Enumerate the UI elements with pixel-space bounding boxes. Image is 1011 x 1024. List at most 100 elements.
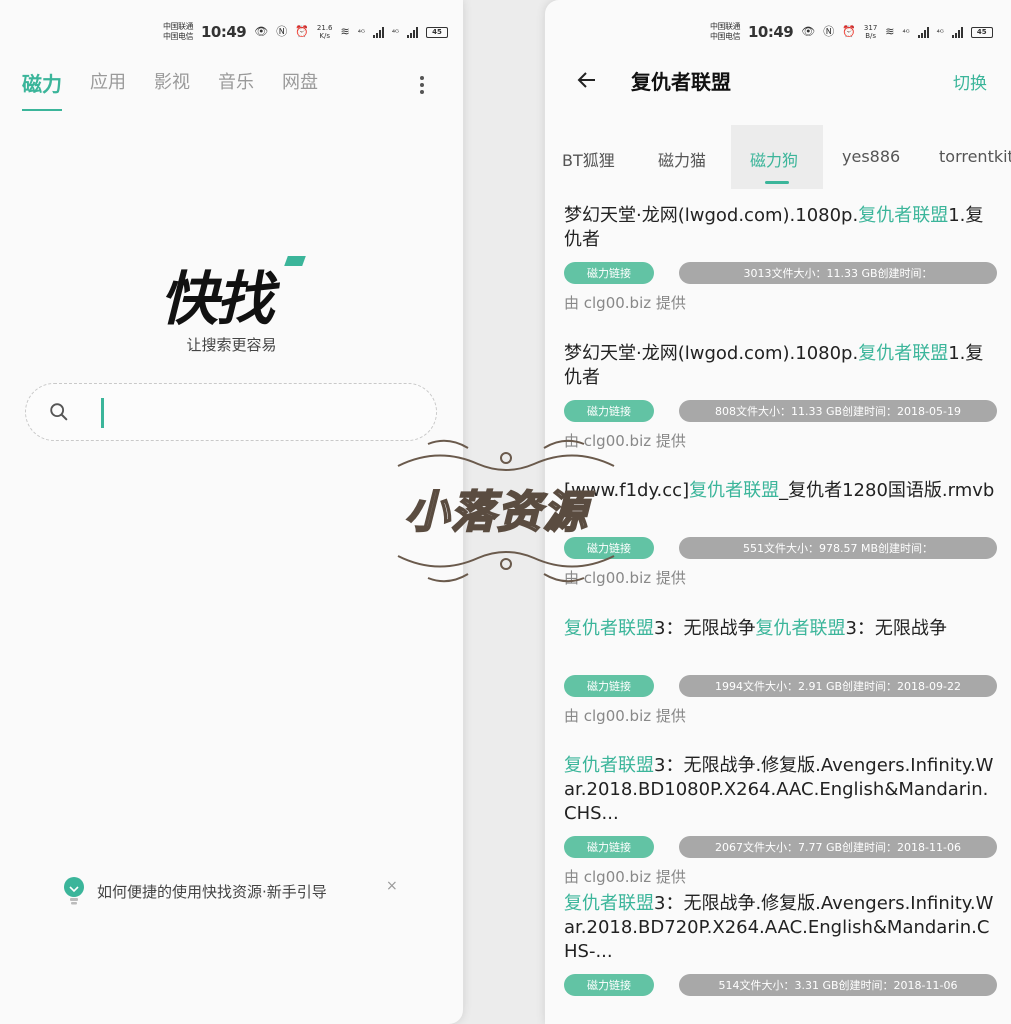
magnet-link-button[interactable]: 磁力链接 xyxy=(564,836,654,859)
eye-icon: 👁 xyxy=(254,25,269,38)
keyword-highlight: 复仇者联盟 xyxy=(689,480,780,502)
result-item[interactable]: 复仇者联盟3：无限战争.修复版.Avengers.Infinity.War.20… xyxy=(545,754,1011,892)
magnet-link-button[interactable]: 磁力链接 xyxy=(564,537,654,560)
tab-source-torrentkitty[interactable]: torrentkitty xyxy=(939,147,1011,166)
keyword-highlight: 复仇者联盟 xyxy=(564,617,654,639)
magnet-link-button[interactable]: 磁力链接 xyxy=(564,399,654,422)
source-label: 由 clg00.biz 提供 xyxy=(564,294,686,312)
alarm-icon: ⏰ xyxy=(295,25,309,38)
file-meta-pill: 3013文件大小：11.33 GB创建时间： xyxy=(679,262,997,284)
carrier-2: 中国电信 xyxy=(163,32,194,41)
text-cursor xyxy=(101,398,104,428)
result-item[interactable]: 梦幻天堂·龙网(lwgod.com).1080p.复仇者联盟1.复仇者磁力链接 8… xyxy=(545,342,1011,480)
carrier-labels: 中国联通 中国电信 xyxy=(163,22,194,42)
source-label: 由 clg00.biz 提供 xyxy=(564,706,686,725)
net-speed-unit: B/s xyxy=(865,32,877,40)
result-title[interactable]: [www.f1dy.cc]复仇者联盟_复仇者1280国语版.rmvb xyxy=(564,479,999,503)
tab-apps[interactable]: 应用 xyxy=(90,68,126,111)
network-type-1: ⁴ᴳ xyxy=(902,27,910,37)
carrier-1: 中国联通 xyxy=(163,22,194,31)
net-speed-value: 317 xyxy=(863,24,878,32)
more-menu-icon[interactable] xyxy=(417,76,427,96)
results-header: 复仇者联盟 切换 xyxy=(545,66,1011,98)
net-speed-value: 21.6 xyxy=(316,24,333,32)
result-title[interactable]: 梦幻天堂·龙网(lwgod.com).1080p.复仇者联盟1.复仇者 xyxy=(564,204,999,252)
keyword-highlight: 复仇者联盟 xyxy=(564,755,654,777)
title-text: 梦幻天堂·龙网(lwgod.com).1080p. xyxy=(564,342,859,364)
source-label: 由 clg00.biz 提供 xyxy=(564,431,686,450)
file-meta-pill: 2067文件大小：7.77 GB创建时间：2018-11-06 xyxy=(679,836,997,859)
result-title[interactable]: 复仇者联盟3：无限战争.修复版.Avengers.Infinity.War.20… xyxy=(564,754,999,826)
source-tabs: BT狐狸 磁力猫 磁力狗 yes886 torrentkitty xyxy=(545,125,1011,189)
carrier-labels: 中国联通 中国电信 xyxy=(710,22,741,42)
keyword-highlight: 复仇者联盟 xyxy=(858,342,949,364)
source-label: 由 clg00.biz 提供 xyxy=(564,569,686,588)
result-title[interactable]: 梦幻天堂·龙网(lwgod.com).1080p.复仇者联盟1.复仇者 xyxy=(564,342,999,390)
signal-icon xyxy=(372,26,384,38)
file-meta-pill: 514文件大小：3.31 GB创建时间：2018-11-06 xyxy=(679,973,997,996)
result-item[interactable]: [www.f1dy.cc]复仇者联盟_复仇者1280国语版.rmvb 磁力链接 55… xyxy=(545,479,1011,617)
carrier-2: 中国电信 xyxy=(710,32,741,41)
tab-magnet[interactable]: 磁力 xyxy=(22,68,62,111)
nfc-icon: Ⓝ xyxy=(823,25,835,38)
network-type-2: ⁴ᴳ xyxy=(936,27,944,37)
beginner-guide-banner[interactable]: 如何便捷的使用快找资源·新手引导 xyxy=(61,876,327,906)
signal-icon xyxy=(951,26,963,38)
search-input[interactable] xyxy=(108,394,408,432)
carrier-1: 中国联通 xyxy=(710,22,741,31)
signal-icon xyxy=(917,26,929,38)
tab-source-yes886[interactable]: yes886 xyxy=(842,147,900,166)
home-screen: 中国联通 中国电信 10:49 👁 Ⓝ ⏰ 21.6 K/s ≋ ⁴ᴳ ⁴ᴳ 4… xyxy=(0,0,463,1024)
back-arrow-icon[interactable] xyxy=(575,68,599,92)
tab-source-btfox[interactable]: BT狐狸 xyxy=(562,147,615,171)
tab-source-magnet-cat[interactable]: 磁力猫 xyxy=(658,147,706,171)
results-screen: 中国联通 中国电信 10:49 👁 Ⓝ ⏰ 317 B/s ≋ ⁴ᴳ ⁴ᴳ 45… xyxy=(545,0,1011,1024)
file-meta-pill: 808文件大小：11.33 GB创建时间：2018-05-19 xyxy=(679,399,997,422)
switch-button[interactable]: 切换 xyxy=(953,69,987,94)
keyword-highlight: 复仇者联盟 xyxy=(564,892,654,914)
alarm-icon: ⏰ xyxy=(842,25,856,38)
tab-source-magnet-dog[interactable]: 磁力狗 xyxy=(750,147,798,171)
search-box[interactable] xyxy=(25,383,437,441)
network-type-2: ⁴ᴳ xyxy=(391,27,399,37)
network-type-1: ⁴ᴳ xyxy=(357,27,365,37)
magnet-link-button[interactable]: 磁力链接 xyxy=(564,973,654,996)
net-speed-unit: K/s xyxy=(319,32,331,40)
result-title[interactable]: 复仇者联盟3：无限战争.修复版.Avengers.Infinity.War.20… xyxy=(564,892,999,964)
net-speed: 21.6 K/s xyxy=(317,24,333,40)
title-text: _复仇者1280国语版.rmvb xyxy=(779,480,995,502)
page-title: 复仇者联盟 xyxy=(631,70,731,94)
file-meta-pill: 1994文件大小：2.91 GB创建时间：2018-09-22 xyxy=(679,674,997,697)
magnet-link-button[interactable]: 磁力链接 xyxy=(564,262,654,284)
source-label: 由 clg00.biz 提供 xyxy=(564,868,686,887)
wifi-icon: ≋ xyxy=(885,25,895,38)
file-meta-pill: 551文件大小：978.57 MB创建时间： xyxy=(679,537,997,560)
nfc-icon: Ⓝ xyxy=(276,25,288,38)
logo-accent-mark xyxy=(284,256,306,266)
category-tabs: 磁力 应用 影视 音乐 网盘 xyxy=(22,68,318,111)
title-text: 3：无限战争 xyxy=(654,617,756,639)
tab-music[interactable]: 音乐 xyxy=(218,68,254,111)
app-slogan: 让搜索更容易 xyxy=(186,336,277,354)
eye-icon: 👁 xyxy=(801,25,816,38)
tab-netdisk[interactable]: 网盘 xyxy=(282,68,318,111)
title-text: [www.f1dy.cc] xyxy=(564,480,690,502)
magnet-link-button[interactable]: 磁力链接 xyxy=(564,674,654,697)
guide-text: 如何便捷的使用快找资源·新手引导 xyxy=(97,882,327,901)
net-speed: 317 B/s xyxy=(864,24,877,40)
results-list: 梦幻天堂·龙网(lwgod.com).1080p.复仇者联盟1.复仇者 磁力链接 3… xyxy=(545,204,1011,1024)
tab-video[interactable]: 影视 xyxy=(154,68,190,111)
status-bar: 中国联通 中国电信 10:49 👁 Ⓝ ⏰ 317 B/s ≋ ⁴ᴳ ⁴ᴳ 45 xyxy=(710,18,993,46)
result-item[interactable]: 复仇者联盟3：无限战争.修复版.Avengers.Infinity.War.20… xyxy=(545,892,1011,1024)
title-text: 梦幻天堂·龙网(lwgod.com).1080p. xyxy=(564,205,859,226)
wifi-icon: ≋ xyxy=(340,25,350,38)
result-item[interactable]: 梦幻天堂·龙网(lwgod.com).1080p.复仇者联盟1.复仇者磁力链接 3… xyxy=(545,204,1011,342)
battery-icon: 45 xyxy=(970,26,993,38)
clock: 10:49 xyxy=(201,23,247,41)
result-title[interactable]: 复仇者联盟3：无限战争复仇者联盟3：无限战争 xyxy=(564,617,999,641)
keyword-highlight: 复仇者联盟 xyxy=(755,617,846,639)
keyword-highlight: 复仇者联盟 xyxy=(858,205,949,226)
battery-icon: 45 xyxy=(425,26,448,38)
close-icon[interactable]: × xyxy=(386,878,398,894)
result-item[interactable]: 复仇者联盟3：无限战争复仇者联盟3：无限战争 磁力链接 1994文件大小：2.91 … xyxy=(545,617,1011,755)
